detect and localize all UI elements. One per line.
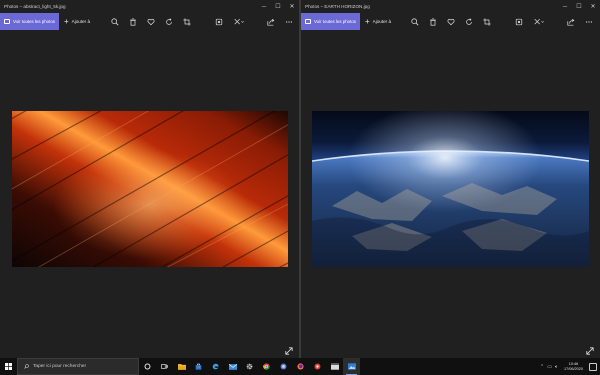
start-button[interactable] [0, 358, 17, 375]
search-icon [24, 364, 29, 369]
minimize-button[interactable]: ─ [257, 0, 271, 13]
windows-logo-icon [5, 363, 12, 370]
chrome-icon [263, 363, 270, 370]
edge-icon [212, 363, 219, 370]
taskbar: Taper ici pour rechercher ⌃ ▭ 🔈︎ 10:46 1… [0, 358, 600, 375]
see-all-photos-label: Voir toutes les photos [314, 19, 356, 24]
zoom-icon[interactable] [106, 13, 124, 30]
abstract-light-photo [12, 111, 288, 267]
title-bar[interactable]: Photos – abstract_light_5k.jpg ─ ☐ ✕ [0, 0, 299, 13]
folder-icon [177, 364, 186, 370]
taskbar-settings[interactable] [241, 358, 258, 375]
cortana-icon [144, 363, 151, 370]
more-icon[interactable] [280, 13, 298, 30]
volume-icon[interactable]: 🔈︎ [555, 364, 558, 370]
store-icon [195, 363, 202, 370]
share-icon[interactable] [562, 13, 580, 30]
edit-icon[interactable] [210, 13, 228, 30]
window-title: Photos – abstract_light_5k.jpg [4, 4, 66, 9]
earth-horizon-photo [312, 111, 589, 267]
more-icon[interactable] [580, 13, 598, 30]
delete-icon[interactable] [424, 13, 442, 30]
rotate-icon[interactable] [460, 13, 478, 30]
see-all-photos-button[interactable]: Voir toutes les photos [301, 13, 360, 30]
taskbar-chrome[interactable] [258, 358, 275, 375]
crop-icon[interactable] [178, 13, 196, 30]
add-to-button[interactable]: + Ajouter à [360, 16, 396, 26]
window-title: Photos – EARTH HORIZON.jpg [305, 4, 370, 9]
rotate-icon[interactable] [160, 13, 178, 30]
plus-icon: + [364, 16, 370, 26]
app-icon [314, 363, 321, 370]
title-bar[interactable]: Photos – EARTH HORIZON.jpg ─ ☐ ✕ [301, 0, 600, 13]
taskbar-photos[interactable] [343, 358, 360, 375]
clock[interactable]: 10:46 17/06/2020 [561, 362, 586, 372]
see-all-photos-label: Voir toutes les photos [13, 19, 55, 24]
gallery-icon [305, 19, 311, 24]
app-icon [330, 363, 339, 370]
zoom-icon[interactable] [406, 13, 424, 30]
maximize-button[interactable]: ☐ [271, 0, 285, 13]
photos-window-left: Photos – abstract_light_5k.jpg ─ ☐ ✕ Voi… [0, 0, 299, 358]
network-icon[interactable]: ▭ [547, 364, 552, 370]
gear-icon [246, 363, 253, 370]
clock-date: 17/06/2020 [563, 366, 583, 371]
draw-icon[interactable] [528, 13, 550, 30]
plus-icon: + [63, 16, 69, 26]
gallery-icon [4, 19, 10, 24]
app-icon [280, 363, 287, 370]
system-tray: ⌃ ▭ 🔈︎ 10:46 17/06/2020 [540, 358, 600, 375]
delete-icon[interactable] [124, 13, 142, 30]
taskbar-app-window[interactable] [326, 358, 343, 375]
fullscreen-expand-icon[interactable] [586, 347, 594, 355]
chevron-up-icon[interactable]: ⌃ [540, 364, 544, 370]
taskbar-app-red[interactable] [309, 358, 326, 375]
close-button[interactable]: ✕ [586, 0, 600, 13]
task-view-button[interactable] [156, 358, 173, 375]
close-button[interactable]: ✕ [285, 0, 299, 13]
maximize-button[interactable]: ☐ [572, 0, 586, 13]
search-placeholder: Taper ici pour rechercher [33, 364, 87, 369]
photos-icon [347, 363, 356, 370]
crop-icon[interactable] [478, 13, 496, 30]
favorite-icon[interactable] [142, 13, 160, 30]
edit-icon[interactable] [510, 13, 528, 30]
minimize-button[interactable]: ─ [558, 0, 572, 13]
fullscreen-expand-icon[interactable] [285, 347, 293, 355]
firefox-icon [297, 363, 304, 370]
task-view-icon [161, 364, 168, 369]
mail-icon [228, 363, 237, 370]
taskbar-edge[interactable] [207, 358, 224, 375]
add-to-label: Ajouter à [71, 19, 91, 24]
add-to-button[interactable]: + Ajouter à [59, 16, 95, 26]
taskbar-app-blue[interactable] [275, 358, 292, 375]
toolbar: Voir toutes les photos + Ajouter à [0, 13, 299, 30]
add-to-label: Ajouter à [372, 19, 392, 24]
cortana-button[interactable] [139, 358, 156, 375]
photos-window-right: Photos – EARTH HORIZON.jpg ─ ☐ ✕ Voir to… [301, 0, 600, 358]
toolbar: Voir toutes les photos + Ajouter à [301, 13, 600, 30]
draw-icon[interactable] [228, 13, 250, 30]
taskbar-firefox[interactable] [292, 358, 309, 375]
notification-icon[interactable] [589, 362, 597, 371]
taskbar-file-explorer[interactable] [173, 358, 190, 375]
favorite-icon[interactable] [442, 13, 460, 30]
see-all-photos-button[interactable]: Voir toutes les photos [0, 13, 59, 30]
taskbar-search-box[interactable]: Taper ici pour rechercher [17, 358, 139, 375]
taskbar-store[interactable] [190, 358, 207, 375]
share-icon[interactable] [262, 13, 280, 30]
taskbar-mail[interactable] [224, 358, 241, 375]
